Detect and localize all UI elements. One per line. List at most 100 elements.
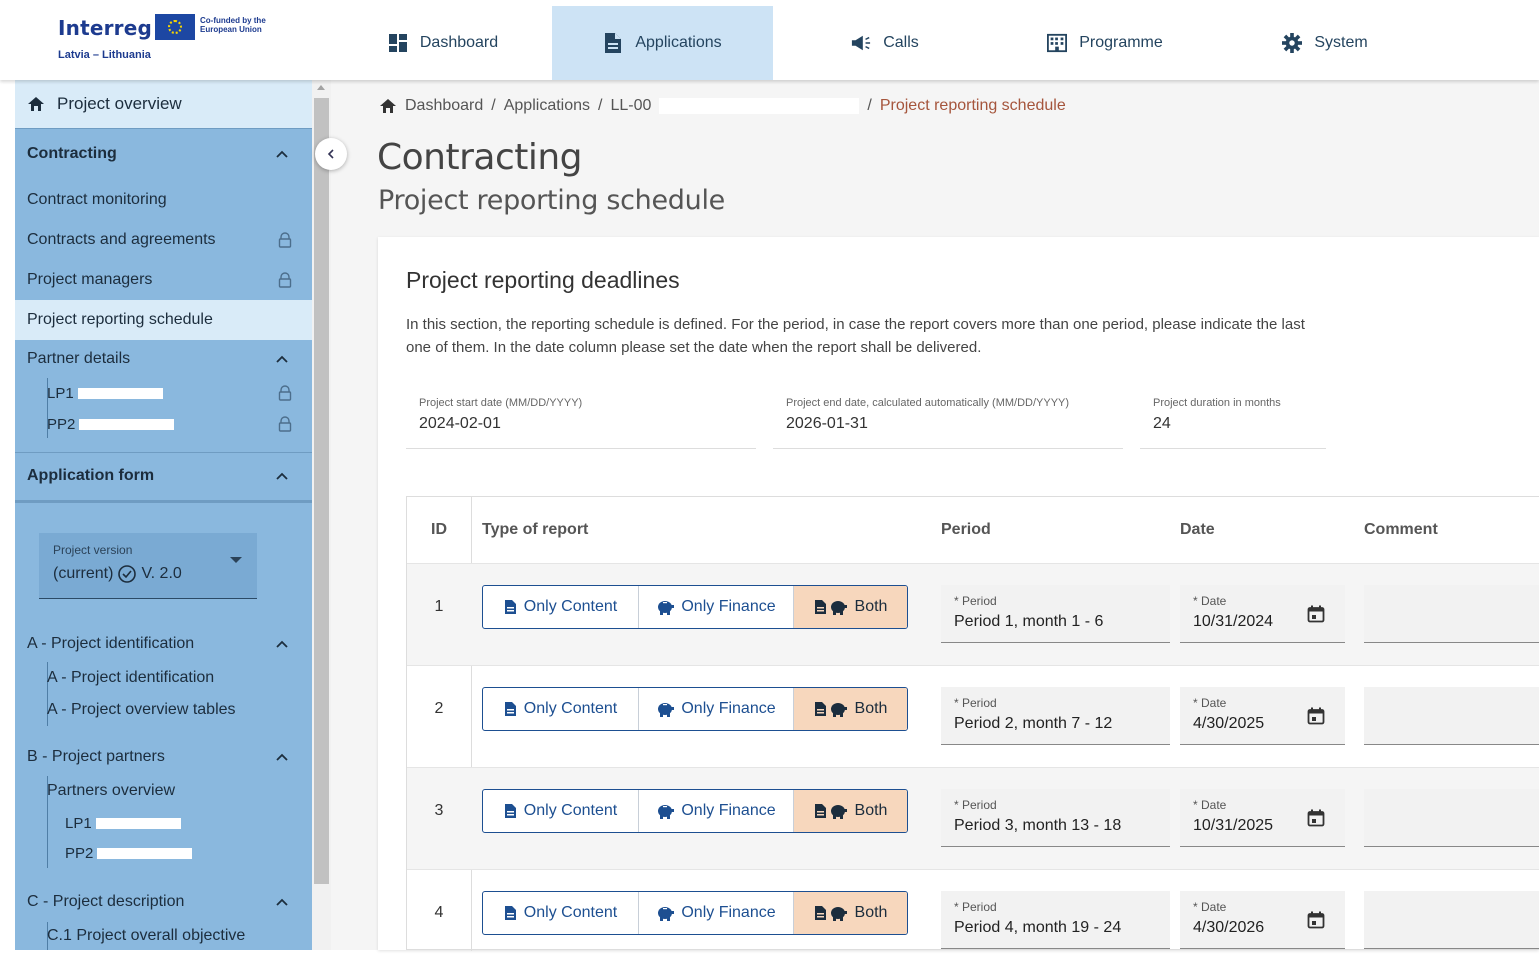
column-header-id: ID xyxy=(431,521,447,538)
both-button[interactable]: Both xyxy=(794,892,907,934)
sidebar-group-partner-details[interactable]: Partner details xyxy=(15,342,312,376)
sidebar-item-project-managers[interactable]: Project managers xyxy=(15,260,312,300)
report-type-toggle: Only Content Only Finance Both xyxy=(482,789,908,833)
period-select[interactable]: * Period Period 3, month 13 - 18 xyxy=(941,789,1170,847)
date-input[interactable]: * Date 4/30/2026 xyxy=(1180,891,1345,949)
divider xyxy=(15,128,312,129)
sidebar-item-partner-pp2[interactable]: PP2 xyxy=(15,409,312,439)
sidebar-item-contracts-agreements[interactable]: Contracts and agreements xyxy=(15,220,312,260)
sidebar-item-reporting-schedule[interactable]: Project reporting schedule xyxy=(15,300,312,340)
nav-calls[interactable]: Calls xyxy=(835,6,935,80)
row-id: 4 xyxy=(434,904,444,921)
sidebar-item-partners-overview[interactable]: Partners overview xyxy=(15,776,312,806)
both-button[interactable]: Both xyxy=(794,688,907,730)
field-label: Project start date (MM/DD/YYYY) xyxy=(419,397,583,409)
lock-icon xyxy=(278,232,292,248)
reporting-schedule-table: ID Type of report Period Date Comment 1 … xyxy=(406,496,1539,951)
period-select[interactable]: * Period Period 4, month 19 - 24 xyxy=(941,891,1170,949)
comment-input[interactable] xyxy=(1364,789,1539,847)
lock-icon xyxy=(278,416,292,432)
sidebar-item-section-c-1[interactable]: C.1 Project overall objective xyxy=(15,922,312,950)
sidebar-item-section-a-2[interactable]: A - Project overview tables xyxy=(15,694,312,726)
button-label: Both xyxy=(854,904,888,921)
main-content: Dashboard / Applications / LL-00 / Proje… xyxy=(331,80,1539,951)
sidebar-item-partner-b-pp2[interactable]: PP2 xyxy=(15,838,312,868)
both-button[interactable]: Both xyxy=(794,586,907,628)
sidebar-group-section-a[interactable]: A - Project identification xyxy=(15,628,312,660)
document-piggy-bank-icon xyxy=(814,702,847,717)
breadcrumb-project[interactable]: LL-00 xyxy=(610,97,651,115)
row-id: 1 xyxy=(434,598,444,615)
project-version-select[interactable]: Project version (current) V. 2.0 xyxy=(39,533,257,599)
sidebar-item-label: C.1 Project overall objective xyxy=(47,927,246,944)
field-value: 10/31/2024 xyxy=(1193,613,1274,630)
only-content-button[interactable]: Only Content xyxy=(483,586,639,628)
nav-calls-label: Calls xyxy=(883,34,919,51)
document-piggy-bank-icon xyxy=(814,906,847,921)
sidebar-item-partner-b-lp1[interactable]: LP1 xyxy=(15,808,312,838)
comment-input[interactable] xyxy=(1364,585,1539,643)
breadcrumb-applications[interactable]: Applications xyxy=(504,97,590,115)
sidebar-item-section-a-1[interactable]: A - Project identification xyxy=(15,662,312,694)
field-value: 4/30/2025 xyxy=(1193,715,1265,732)
field-value: Period 1, month 1 - 6 xyxy=(954,613,1104,630)
scroll-up-arrow-icon[interactable] xyxy=(317,85,325,90)
field-label: * Date xyxy=(1193,900,1227,914)
only-content-button[interactable]: Only Content xyxy=(483,892,639,934)
nav-system[interactable]: System xyxy=(1265,6,1385,80)
sidebar-group-contracting[interactable]: Contracting xyxy=(15,136,312,172)
sidebar-group-section-c[interactable]: C - Project description xyxy=(15,886,312,918)
piggy-bank-icon xyxy=(658,805,675,819)
field-label: * Date xyxy=(1193,594,1227,608)
comment-input[interactable] xyxy=(1364,687,1539,745)
interreg-logo[interactable]: Interreg Co-funded by the European Union… xyxy=(58,14,298,66)
breadcrumb-dashboard[interactable]: Dashboard xyxy=(405,97,483,115)
lock-icon xyxy=(278,272,292,288)
both-button[interactable]: Both xyxy=(794,790,907,832)
nav-programme[interactable]: Programme xyxy=(1030,6,1180,80)
sidebar-item-partner-lp1[interactable]: LP1 xyxy=(15,378,312,408)
report-type-toggle: Only Content Only Finance Both xyxy=(482,585,908,629)
comment-input[interactable] xyxy=(1364,891,1539,949)
button-label: Both xyxy=(854,700,888,717)
button-label: Only Content xyxy=(523,700,618,717)
nav-dashboard-label: Dashboard xyxy=(419,34,499,51)
date-input[interactable]: * Date 10/31/2025 xyxy=(1180,789,1345,847)
date-input[interactable]: * Date 10/31/2024 xyxy=(1180,585,1345,643)
only-content-button[interactable]: Only Content xyxy=(483,688,639,730)
nav-applications[interactable]: Applications xyxy=(552,6,773,80)
only-finance-button[interactable]: Only Finance xyxy=(639,892,794,934)
nav-dashboard[interactable]: Dashboard xyxy=(368,6,518,80)
sidebar-group-application-form[interactable]: Application form xyxy=(15,458,312,494)
period-select[interactable]: * Period Period 2, month 7 - 12 xyxy=(941,687,1170,745)
table-row: 2 Only Content Only Finance Both * Perio… xyxy=(407,665,1539,767)
sidebar-scrollbar[interactable] xyxy=(312,80,331,950)
calendar-icon[interactable] xyxy=(1307,911,1325,929)
date-input[interactable]: * Date 4/30/2025 xyxy=(1180,687,1345,745)
divider xyxy=(15,452,312,453)
calendar-icon[interactable] xyxy=(1307,605,1325,623)
field-value: 4/30/2026 xyxy=(1193,919,1265,936)
home-icon[interactable] xyxy=(379,98,397,114)
field-value: Period 3, month 13 - 18 xyxy=(954,817,1122,834)
collapse-sidebar-button[interactable] xyxy=(315,138,347,170)
field-label: Project duration in months xyxy=(1153,397,1281,409)
period-select[interactable]: * Period Period 1, month 1 - 6 xyxy=(941,585,1170,643)
only-content-button[interactable]: Only Content xyxy=(483,790,639,832)
document-icon xyxy=(504,906,516,920)
sidebar-item-project-overview[interactable]: Project overview xyxy=(15,80,312,128)
only-finance-button[interactable]: Only Finance xyxy=(639,688,794,730)
only-finance-button[interactable]: Only Finance xyxy=(639,790,794,832)
sidebar-item-label: PP2 xyxy=(47,415,76,433)
calendar-icon[interactable] xyxy=(1307,707,1325,725)
sidebar-item-label: A - Project identification xyxy=(47,669,215,686)
lock-icon xyxy=(278,385,292,401)
only-finance-button[interactable]: Only Finance xyxy=(639,586,794,628)
sidebar-item-contract-monitoring[interactable]: Contract monitoring xyxy=(15,180,312,220)
sidebar-item-label: Project overview xyxy=(57,94,182,113)
scroll-thumb[interactable] xyxy=(314,98,329,884)
calendar-icon[interactable] xyxy=(1307,809,1325,827)
column-header-type: Type of report xyxy=(482,521,589,538)
sidebar-group-section-b[interactable]: B - Project partners xyxy=(15,741,312,773)
field-label: * Period xyxy=(954,900,997,914)
